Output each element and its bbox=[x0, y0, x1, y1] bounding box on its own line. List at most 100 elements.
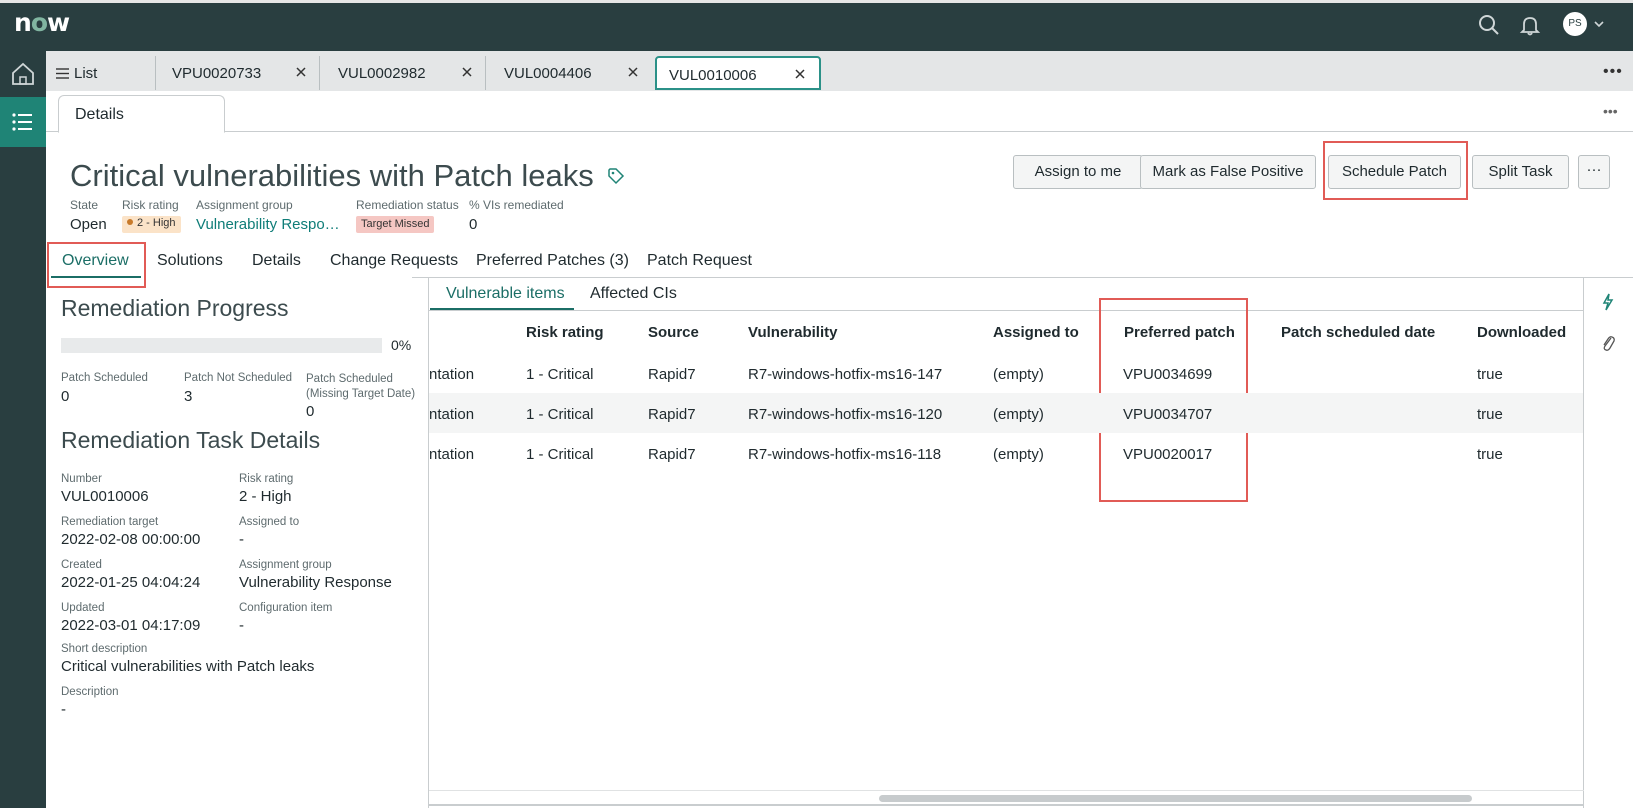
cell-source: Rapid7 bbox=[648, 366, 696, 383]
risk-value: 2 - High bbox=[239, 488, 292, 505]
short-description-label: Short description bbox=[61, 643, 148, 655]
stat-label: Patch Scheduled bbox=[61, 372, 148, 384]
chevron-down-icon[interactable] bbox=[1592, 17, 1606, 31]
more-actions-button[interactable]: ··· bbox=[1578, 155, 1610, 189]
tab-label: VUL0002982 bbox=[338, 65, 426, 82]
group-value: Vulnerability Response bbox=[239, 574, 392, 591]
progress-percent: 0% bbox=[391, 337, 412, 353]
more-tabs-icon[interactable]: ••• bbox=[1603, 63, 1623, 81]
assigned-value: - bbox=[239, 531, 244, 548]
tab-preferred-patches[interactable]: Preferred Patches (3) bbox=[476, 252, 629, 270]
description-label: Description bbox=[61, 686, 119, 698]
tab-vul0010006[interactable]: VUL0010006 bbox=[655, 56, 821, 90]
table-bottom-border bbox=[429, 804, 1584, 806]
cell-assigned: (empty) bbox=[993, 406, 1044, 423]
column-header-risk-rating[interactable]: Risk rating bbox=[526, 324, 604, 341]
more-options-icon[interactable]: ••• bbox=[1603, 103, 1618, 119]
tab-label: VPU0020733 bbox=[172, 65, 262, 82]
cell-truncated: ntation bbox=[429, 406, 475, 423]
tab-details-record[interactable]: Details bbox=[252, 252, 301, 270]
stat-value: 0 bbox=[61, 388, 70, 405]
close-icon[interactable] bbox=[294, 65, 308, 79]
preferred-patch-link[interactable]: VPU0034707 bbox=[1123, 406, 1212, 423]
tab-vul0002982[interactable]: VUL0002982 bbox=[326, 56, 486, 90]
number-label: Number bbox=[61, 473, 102, 485]
tab-affected-cis[interactable]: Affected CIs bbox=[590, 285, 677, 303]
top-navigation-bar bbox=[0, 0, 1633, 51]
tag-icon[interactable] bbox=[607, 167, 625, 185]
page-title: Critical vulnerabilities with Patch leak… bbox=[70, 158, 594, 193]
cell-downloaded: true bbox=[1477, 366, 1503, 383]
cell-source: Rapid7 bbox=[648, 446, 696, 463]
cell-risk: 1 - Critical bbox=[526, 366, 594, 383]
agent-assist-icon[interactable] bbox=[1600, 292, 1616, 312]
user-avatar[interactable]: PS bbox=[1563, 12, 1587, 36]
cell-assigned: (empty) bbox=[993, 366, 1044, 383]
bell-icon[interactable] bbox=[1517, 12, 1543, 38]
now-logo[interactable]: now bbox=[14, 8, 70, 37]
home-icon[interactable] bbox=[0, 51, 46, 97]
vulnerability-link[interactable]: R7-windows-hotfix-ms16-147 bbox=[748, 366, 942, 383]
column-header-preferred-patch[interactable]: Preferred patch bbox=[1124, 324, 1235, 341]
cell-source: Rapid7 bbox=[648, 406, 696, 423]
vulnerability-link[interactable]: R7-windows-hotfix-ms16-118 bbox=[748, 446, 941, 463]
created-value: 2022-01-25 04:04:24 bbox=[61, 574, 201, 591]
column-header-assigned-to[interactable]: Assigned to bbox=[993, 324, 1079, 341]
close-icon[interactable] bbox=[626, 65, 640, 79]
preferred-patch-link[interactable]: VPU0034699 bbox=[1123, 366, 1212, 383]
column-header-downloaded[interactable]: Downloaded bbox=[1477, 324, 1566, 341]
preferred-patch-link[interactable]: VPU0020017 bbox=[1123, 446, 1212, 463]
tab-vulnerable-items[interactable]: Vulnerable items bbox=[446, 285, 565, 303]
scrollbar-thumb[interactable] bbox=[879, 795, 1472, 802]
cell-risk: 1 - Critical bbox=[526, 446, 594, 463]
stat-label: Patch Scheduled (Missing Target Date) bbox=[306, 373, 416, 400]
tab-solutions[interactable]: Solutions bbox=[157, 252, 223, 270]
task-details-title: Remediation Task Details bbox=[61, 427, 321, 453]
column-header-patch-scheduled-date[interactable]: Patch scheduled date bbox=[1281, 324, 1435, 341]
assign-to-me-button[interactable]: Assign to me bbox=[1013, 155, 1143, 189]
remediation-progress-title: Remediation Progress bbox=[61, 295, 289, 321]
updated-label: Updated bbox=[61, 602, 105, 614]
tab-overview[interactable]: Overview bbox=[62, 252, 129, 270]
risk-rating-label: Risk rating bbox=[122, 198, 179, 212]
cell-downloaded: true bbox=[1477, 406, 1503, 423]
column-header-vulnerability[interactable]: Vulnerability bbox=[748, 324, 837, 341]
tab-divider bbox=[412, 277, 1633, 278]
close-icon[interactable] bbox=[460, 65, 474, 79]
vis-remediated-label: % VIs remediated bbox=[469, 198, 564, 212]
vulnerability-link[interactable]: R7-windows-hotfix-ms16-120 bbox=[748, 406, 942, 423]
tab-list[interactable]: List bbox=[46, 56, 156, 90]
stat-value: 3 bbox=[184, 388, 193, 405]
target-label: Remediation target bbox=[61, 516, 159, 528]
remediation-status-label: Remediation status bbox=[356, 198, 459, 212]
tab-details[interactable]: Details bbox=[58, 95, 225, 133]
tab-label: List bbox=[74, 65, 98, 82]
cell-truncated: ntation bbox=[429, 446, 475, 463]
close-icon[interactable] bbox=[793, 67, 807, 81]
cell-assigned: (empty) bbox=[993, 446, 1044, 463]
assigned-label: Assigned to bbox=[239, 516, 300, 528]
assignment-group-link[interactable]: Vulnerability Respo… bbox=[196, 216, 340, 233]
column-header-source[interactable]: Source bbox=[648, 324, 699, 341]
stat-label: Patch Not Scheduled bbox=[184, 372, 293, 384]
details-bar bbox=[46, 91, 1633, 132]
tab-change-requests[interactable]: Change Requests bbox=[330, 252, 458, 270]
list-icon[interactable] bbox=[0, 97, 46, 147]
progress-bar bbox=[61, 338, 382, 353]
inner-tab-divider bbox=[429, 310, 1584, 311]
mark-false-positive-button[interactable]: Mark as False Positive bbox=[1140, 155, 1316, 189]
updated-value: 2022-03-01 04:17:09 bbox=[61, 617, 201, 634]
created-label: Created bbox=[61, 559, 102, 571]
attachment-icon[interactable] bbox=[1600, 333, 1616, 353]
assignment-group-label: Assignment group bbox=[196, 198, 293, 212]
tab-vpu0020733[interactable]: VPU0020733 bbox=[160, 56, 320, 90]
tab-label: VUL0004406 bbox=[504, 65, 592, 82]
cell-downloaded: true bbox=[1477, 446, 1503, 463]
ci-label: Configuration item bbox=[239, 602, 333, 614]
search-icon[interactable] bbox=[1476, 12, 1502, 38]
schedule-patch-button[interactable]: Schedule Patch bbox=[1328, 155, 1461, 189]
tab-patch-request[interactable]: Patch Request bbox=[647, 252, 752, 270]
split-task-button[interactable]: Split Task bbox=[1472, 155, 1569, 189]
tab-vul0004406[interactable]: VUL0004406 bbox=[492, 56, 652, 90]
state-value: Open bbox=[70, 216, 107, 233]
